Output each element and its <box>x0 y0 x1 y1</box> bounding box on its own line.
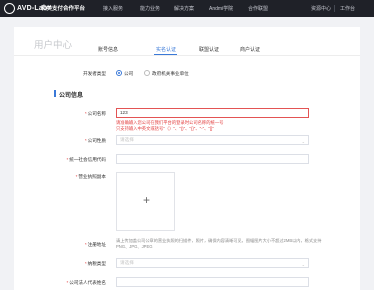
credit-code-label: *统一社会信用代码 <box>66 157 106 162</box>
tabs-divider <box>14 55 360 56</box>
site-name: 和美支付合作平台 <box>41 6 86 12</box>
legal-rep-input[interactable] <box>116 277 309 287</box>
section-accent-bar <box>54 90 56 97</box>
resource-center-link[interactable]: 资源中心 <box>311 5 331 12</box>
license-upload-box[interactable]: + <box>116 172 175 231</box>
tab-merchant[interactable]: 商户认证 <box>240 46 260 53</box>
company-name-error-line2: 只支持输入中英文或括号"（）"、"()"、"{}"、"-"、"[]" <box>116 126 214 131</box>
tax-type-select[interactable]: 请选择 ⌄ <box>116 258 309 268</box>
registered-address-label: *注册地址 <box>84 242 106 247</box>
tab-real-name[interactable]: 实名认证 <box>156 46 176 53</box>
nav-divider <box>334 5 335 12</box>
workbench-link[interactable]: 工作台 <box>340 5 355 12</box>
developer-type-label: 开发者类型 <box>83 71 106 76</box>
chevron-down-icon: ⌄ <box>301 139 305 144</box>
nav-item-access[interactable]: 接入服务 <box>103 5 123 12</box>
company-nature-placeholder: 请选择 <box>120 137 134 142</box>
radio-company-label[interactable]: 公司 <box>124 71 133 77</box>
tab-account-info[interactable]: 账号信息 <box>98 46 118 53</box>
company-nature-select[interactable]: 请选择 ⌄ <box>116 135 309 145</box>
user-center-card: 用户中心 账号信息 实名认证 联盟认证 商户认证 开发者类型 公司 政府机关事业… <box>14 27 360 290</box>
nav-item-solutions[interactable]: 解决方案 <box>174 5 194 12</box>
license-upload-hint: 请上传加盖公司公章的营业执照的扫描件，照片，确保内容清晰可见，图幅图片大小不超过… <box>116 238 322 249</box>
page-title: 用户中心 <box>34 40 73 51</box>
nav-item-academy[interactable]: Andmi学院 <box>209 5 233 12</box>
logo-icon <box>4 3 15 14</box>
legal-rep-label: *公司法人代表姓名 <box>66 280 106 285</box>
credit-code-input[interactable] <box>116 154 309 164</box>
plus-icon: + <box>143 193 151 207</box>
chevron-down-icon: ⌄ <box>301 262 305 267</box>
tax-type-label: *纳税类型 <box>84 261 106 266</box>
nav-item-business[interactable]: 能力业务 <box>140 5 160 12</box>
radio-company[interactable] <box>116 70 122 76</box>
radio-government[interactable] <box>144 70 150 76</box>
section-title: 公司信息 <box>59 93 84 99</box>
company-name-input[interactable]: 123 <box>116 108 309 118</box>
tax-type-placeholder: 请选择 <box>120 260 134 265</box>
radio-government-label[interactable]: 政府机关事业单位 <box>152 71 189 77</box>
tab-alliance[interactable]: 联盟认证 <box>199 46 219 53</box>
business-license-label: *营业执照副本 <box>75 174 106 179</box>
company-nature-label: *公司性质 <box>84 138 106 143</box>
nav-item-alliance[interactable]: 合作联盟 <box>248 5 268 12</box>
top-navigation-bar: AVD-Lab 和美支付合作平台 接入服务 能力业务 解决方案 Andmi学院 … <box>0 0 374 17</box>
company-name-label: *公司名称 <box>84 111 106 116</box>
